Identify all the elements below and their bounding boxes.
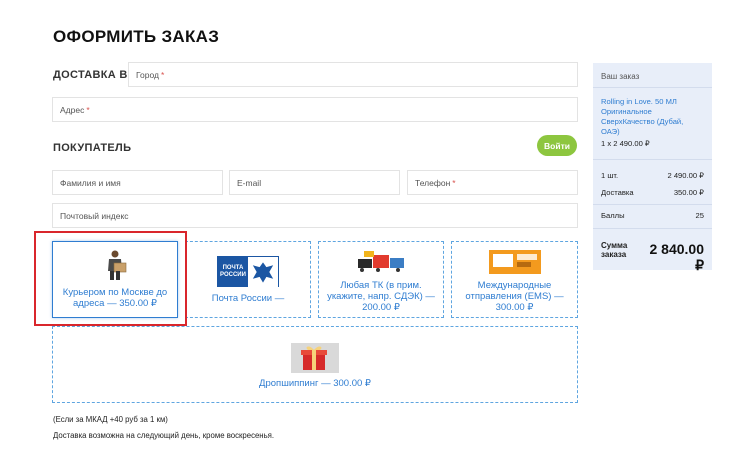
zip-placeholder: Почтовый индекс <box>60 210 129 221</box>
next-day-note: Доставка возможна на следующий день, кро… <box>53 431 275 440</box>
order-summary-panel: Ваш заказ Rolling in Love. 50 МЛ Оригина… <box>593 63 712 273</box>
city-placeholder: Город <box>136 69 159 80</box>
email-input[interactable]: E-mail <box>229 170 400 195</box>
shipping-option-russian-post[interactable]: ПОЧТА РОССИИ Почта России — <box>185 241 311 318</box>
summary-divider <box>593 159 712 160</box>
zip-input[interactable]: Почтовый индекс <box>52 203 578 228</box>
email-placeholder: E-mail <box>237 177 262 188</box>
summary-row-value: 2 490.00 ₽ <box>667 171 704 180</box>
summary-product-qty: 1 x 2 490.00 ₽ <box>601 139 650 148</box>
summary-total-value: 2 840.00 ₽ <box>649 241 705 273</box>
shipping-option-any-tk[interactable]: Любая ТК (в прим. укажите, напр. СДЭК) —… <box>318 241 444 318</box>
required-mark: * <box>452 177 456 188</box>
russian-post-logo: ПОЧТА РОССИИ <box>217 256 279 288</box>
summary-row-value: 25 <box>695 211 704 220</box>
logo-text-line-2: РОССИИ <box>220 271 246 278</box>
summary-product-link[interactable]: Rolling in Love. 50 МЛ Оригинальное Свер… <box>601 97 701 137</box>
page-title: ОФОРМИТЬ ЗАКАЗ <box>53 27 220 46</box>
summary-title: Ваш заказ <box>601 72 640 81</box>
delivery-trucks-icon <box>358 251 404 272</box>
shipping-option-label: Дропшиппинг — 300.00 ₽ <box>259 378 371 389</box>
selection-highlight-box <box>34 231 187 326</box>
shipping-option-label: Международные отправления (EMS) — 300.00… <box>465 280 564 313</box>
logo-text-line-1: ПОЧТА <box>222 264 244 271</box>
summary-row-value: 350.00 ₽ <box>673 188 704 197</box>
shipping-option-label: Почта России — <box>211 293 285 304</box>
summary-divider <box>593 87 712 88</box>
summary-row-label: 1 шт. <box>601 171 619 180</box>
summary-row-points: Баллы 25 <box>601 211 704 220</box>
city-input[interactable]: Город * <box>128 62 578 87</box>
name-input[interactable]: Фамилия и имя <box>52 170 223 195</box>
address-placeholder: Адрес <box>60 104 85 115</box>
russian-post-logo-text: ПОЧТА РОССИИ <box>218 257 248 286</box>
phone-placeholder: Телефон <box>415 177 451 188</box>
summary-row-label: Доставка <box>601 188 634 197</box>
delivery-section-label: ДОСТАВКА В <box>53 69 128 81</box>
name-placeholder: Фамилия и имя <box>60 177 121 188</box>
summary-divider <box>593 228 712 229</box>
mkad-note: (Если за МКАД +40 руб за 1 км) <box>53 415 168 424</box>
address-input[interactable]: Адрес * <box>52 97 578 122</box>
required-mark: * <box>161 69 165 80</box>
summary-row-items: 1 шт. 2 490.00 ₽ <box>601 171 704 180</box>
total-label-line-1: Сумма <box>601 241 628 250</box>
eagle-icon <box>248 257 278 288</box>
summary-divider <box>593 204 712 205</box>
buyer-section-label: ПОКУПАТЕЛЬ <box>53 142 132 154</box>
summary-row-label: Баллы <box>601 211 625 220</box>
ems-parcel-icon <box>488 250 541 274</box>
shipping-option-label: Любая ТК (в прим. укажите, напр. СДЭК) —… <box>327 280 435 313</box>
summary-row-delivery: Доставка 350.00 ₽ <box>601 188 704 197</box>
shipping-option-ems[interactable]: Международные отправления (EMS) — 300.00… <box>451 241 578 318</box>
gift-box-icon <box>291 343 339 373</box>
summary-total-label: Сумма заказа <box>601 241 627 259</box>
required-mark: * <box>86 104 90 115</box>
shipping-option-dropshipping[interactable]: Дропшиппинг — 300.00 ₽ <box>52 326 578 403</box>
total-label-line-2: заказа <box>601 250 627 259</box>
login-button[interactable]: Войти <box>537 135 577 156</box>
phone-input[interactable]: Телефон * <box>407 170 578 195</box>
